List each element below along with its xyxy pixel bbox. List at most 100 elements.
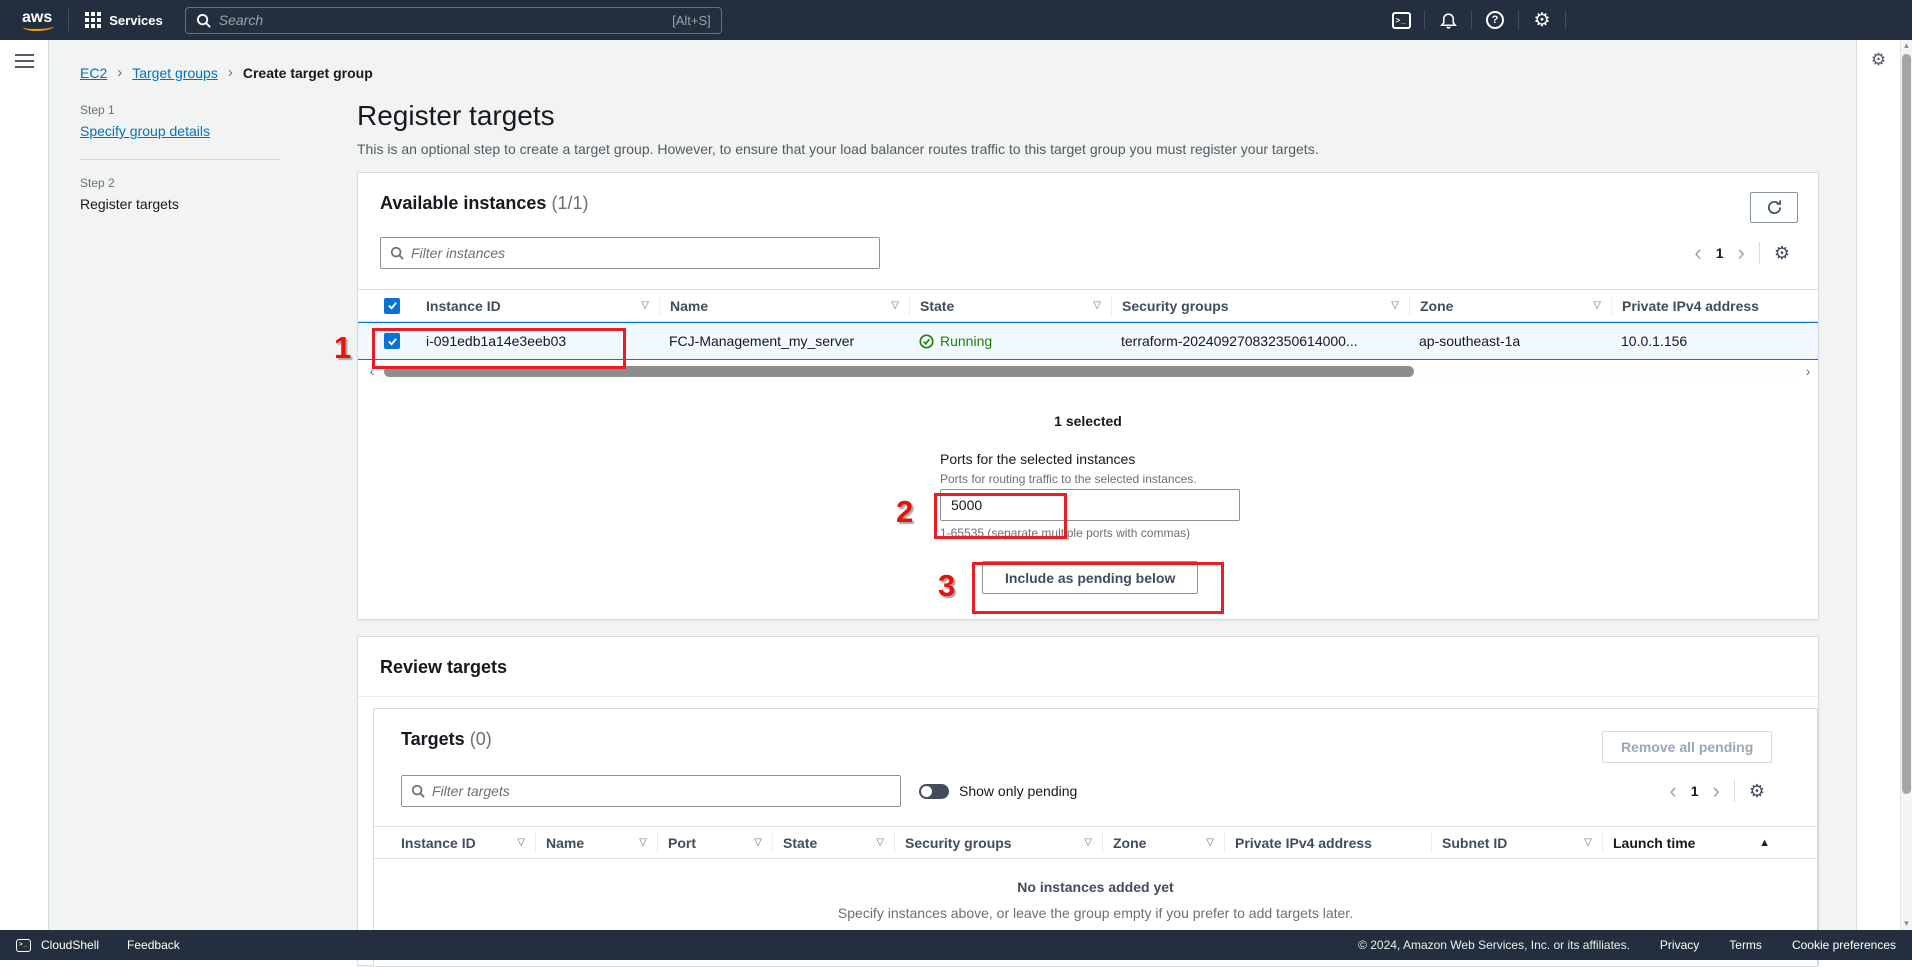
sort-ascending-icon[interactable]: ▲ — [1759, 837, 1770, 849]
nav-icon-divider — [1565, 10, 1566, 30]
review-targets-panel: Review targets Targets (0) Remove all pe… — [357, 636, 1819, 966]
hscroll-right-arrow-icon[interactable]: › — [1802, 364, 1814, 378]
breadcrumb-ec2-link[interactable]: EC2 — [80, 65, 107, 81]
current-page-number[interactable]: 1 — [1691, 783, 1699, 799]
notifications-bell-icon[interactable] — [1425, 0, 1471, 40]
ports-constraint: 1-65535 (separate multiple ports with co… — [940, 526, 1300, 540]
previous-page-icon[interactable]: ‹ — [1694, 242, 1701, 264]
page-title: Register targets — [357, 100, 1819, 132]
sort-icon[interactable]: ▽ — [641, 300, 649, 311]
breadcrumb-separator-icon: › — [228, 64, 233, 81]
available-controls-row: ‹ 1 › ⚙ — [380, 237, 1798, 269]
sort-icon[interactable]: ▽ — [517, 837, 525, 848]
sort-icon[interactable]: ▽ — [1093, 300, 1101, 311]
instance-table-row[interactable]: i-091edb1a14e3eeb03 FCJ-Management_my_se… — [358, 322, 1818, 360]
col-header-name[interactable]: Name▽ — [535, 833, 657, 853]
panel-settings-icon[interactable]: ⚙ — [1857, 50, 1900, 70]
cell-name: FCJ-Management_my_server — [659, 333, 909, 349]
nav-divider — [68, 9, 69, 31]
col-header-private-ipv4[interactable]: Private IPv4 address — [1224, 833, 1431, 853]
col-header-name[interactable]: Name▽ — [659, 296, 909, 316]
search-input[interactable] — [219, 12, 672, 28]
pager-divider — [1759, 242, 1760, 264]
available-table-header: Instance ID▽ Name▽ State▽ Security group… — [358, 289, 1818, 322]
col-header-instance-id[interactable]: Instance ID▽ — [391, 833, 535, 853]
scroll-down-arrow-icon[interactable]: ▼ — [1901, 918, 1912, 930]
vertical-scrollbar-thumb[interactable] — [1902, 54, 1911, 794]
help-icon[interactable]: ? — [1472, 0, 1518, 40]
sort-icon[interactable]: ▽ — [1593, 300, 1601, 311]
table-preferences-gear-icon[interactable]: ⚙ — [1749, 781, 1765, 802]
ports-input[interactable] — [940, 489, 1240, 521]
footer-feedback-link[interactable]: Feedback — [127, 938, 180, 952]
filter-targets-input[interactable] — [432, 783, 891, 799]
footer-privacy-link[interactable]: Privacy — [1660, 938, 1699, 952]
hamburger-menu-icon[interactable] — [15, 54, 48, 68]
refresh-button[interactable] — [1750, 192, 1798, 223]
breadcrumb-target-groups-link[interactable]: Target groups — [132, 65, 218, 81]
hscroll-track[interactable] — [378, 366, 1802, 377]
col-header-security-groups[interactable]: Security groups▽ — [894, 833, 1102, 853]
ports-label: Ports for the selected instances — [940, 451, 1300, 467]
col-header-security-groups[interactable]: Security groups▽ — [1111, 296, 1409, 316]
footer-cloudshell-link[interactable]: CloudShell — [41, 938, 99, 952]
cell-instance-id: i-091edb1a14e3eeb03 — [416, 333, 659, 349]
sort-icon[interactable]: ▽ — [1084, 837, 1092, 848]
scroll-up-arrow-icon[interactable]: ▲ — [1901, 40, 1912, 52]
footer-cookie-preferences-link[interactable]: Cookie preferences — [1792, 938, 1896, 952]
sort-icon[interactable]: ▽ — [1206, 837, 1214, 848]
row-checkbox[interactable] — [384, 333, 400, 349]
select-all-checkbox[interactable] — [384, 298, 400, 314]
sort-icon[interactable]: ▽ — [639, 837, 647, 848]
filter-instances-box[interactable] — [380, 237, 880, 269]
col-header-instance-id[interactable]: Instance ID▽ — [416, 296, 659, 316]
step1-link-specify-group-details[interactable]: Specify group details — [80, 123, 210, 139]
targets-table-panel: Targets (0) Remove all pending Show only… — [373, 708, 1818, 967]
filter-targets-box[interactable] — [401, 775, 901, 807]
wizard-steps-nav: Step 1 Specify group details Step 2 Regi… — [80, 103, 280, 214]
col-header-zone[interactable]: Zone▽ — [1409, 296, 1611, 316]
cloudshell-icon[interactable]: >_ — [1378, 0, 1424, 40]
show-only-pending-toggle[interactable]: Show only pending — [919, 783, 1077, 799]
page-vertical-scrollbar[interactable]: ▲ ▼ — [1900, 40, 1912, 930]
running-check-icon — [919, 334, 934, 349]
col-header-launch-time[interactable]: Launch time▲ — [1602, 833, 1780, 853]
col-header-zone[interactable]: Zone▽ — [1102, 833, 1224, 853]
targets-controls-row: Show only pending ‹ 1 › ⚙ — [401, 775, 1791, 807]
table-preferences-gear-icon[interactable]: ⚙ — [1774, 243, 1790, 264]
filter-instances-input[interactable] — [411, 245, 870, 261]
sort-icon[interactable]: ▽ — [891, 300, 899, 311]
cell-zone: ap-southeast-1a — [1409, 333, 1611, 349]
footer-terms-link[interactable]: Terms — [1729, 938, 1762, 952]
col-header-subnet-id[interactable]: Subnet ID▽ — [1431, 833, 1602, 853]
include-as-pending-button[interactable]: Include as pending below — [982, 561, 1198, 594]
sort-icon[interactable]: ▽ — [1391, 300, 1399, 311]
settings-gear-icon[interactable]: ⚙ — [1519, 0, 1565, 40]
targets-title: Targets (0) — [401, 729, 492, 749]
sort-icon[interactable]: ▽ — [1584, 837, 1592, 848]
services-menu-button[interactable]: Services — [85, 12, 163, 28]
col-header-state[interactable]: State▽ — [772, 833, 894, 853]
sort-icon[interactable]: ▽ — [876, 837, 884, 848]
previous-page-icon[interactable]: ‹ — [1669, 780, 1676, 802]
next-page-icon[interactable]: › — [1738, 242, 1745, 264]
available-pagination: ‹ 1 › ⚙ — [1694, 237, 1790, 269]
step2-current-register-targets: Register targets — [80, 196, 179, 212]
col-header-port[interactable]: Port▽ — [657, 833, 772, 853]
sort-icon[interactable]: ▽ — [754, 837, 762, 848]
current-page-number[interactable]: 1 — [1716, 245, 1724, 261]
toggle-switch[interactable] — [919, 784, 949, 799]
table-horizontal-scrollbar[interactable]: ‹ › — [366, 365, 1814, 377]
global-search-box[interactable]: [Alt+S] — [185, 7, 722, 34]
hscroll-thumb[interactable] — [384, 366, 1414, 377]
remove-all-pending-button[interactable]: Remove all pending — [1602, 731, 1772, 763]
available-instances-count: (1/1) — [551, 193, 588, 213]
nav-icon-group: >_ ? ⚙ — [1378, 0, 1566, 40]
next-page-icon[interactable]: › — [1713, 780, 1720, 802]
empty-state-description: Specify instances above, or leave the gr… — [374, 905, 1817, 921]
hscroll-left-arrow-icon[interactable]: ‹ — [366, 364, 378, 378]
aws-logo[interactable]: aws — [22, 9, 52, 31]
col-header-state[interactable]: State▽ — [909, 296, 1111, 316]
col-header-private-ipv4[interactable]: Private IPv4 address — [1611, 296, 1811, 316]
cloudshell-icon[interactable]: >_ — [16, 939, 31, 952]
